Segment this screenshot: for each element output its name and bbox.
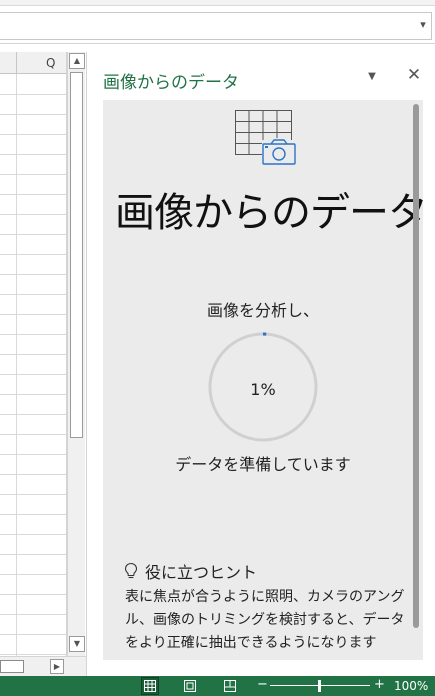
analyzing-status: 画像を分析し、	[206, 301, 319, 320]
horizontal-scrollbar[interactable]: ▶	[0, 656, 86, 676]
row-gridline	[0, 474, 66, 475]
vertical-scrollbar[interactable]: ▲ ▼	[67, 52, 85, 656]
row-gridline	[0, 354, 66, 355]
row-gridline	[0, 414, 66, 415]
chevron-down-icon[interactable]: ▼	[365, 70, 379, 84]
zoom-slider-thumb[interactable]	[318, 680, 321, 692]
row-gridline	[0, 454, 66, 455]
row-gridline	[0, 134, 66, 135]
row-gridline	[0, 514, 66, 515]
row-gridline	[0, 614, 66, 615]
lightbulb-icon	[124, 562, 138, 579]
zoom-in-button[interactable]: +	[374, 677, 385, 692]
row-gridline	[0, 94, 66, 95]
normal-view-icon[interactable]	[141, 677, 159, 695]
worksheet-grid[interactable]: Q	[0, 52, 67, 656]
column-header-q[interactable]: Q	[46, 56, 55, 70]
hint-body: 表に焦点が合うように照明、カメラのアングル、画像のトリミングを検討すると、データ…	[125, 589, 405, 651]
row-gridline	[0, 494, 66, 495]
ribbon-edge	[0, 0, 435, 6]
row-gridline	[0, 334, 66, 335]
progress-card: 画像からのデータ 画像を分析し、 1% データを準備しています 役に立つヒント …	[103, 100, 428, 660]
zoom-out-button[interactable]: −	[257, 677, 268, 692]
row-gridline	[0, 654, 66, 655]
scroll-up-icon[interactable]: ▲	[69, 53, 85, 69]
scrollbar-thumb[interactable]	[70, 72, 83, 438]
status-bar: − + 100%	[0, 676, 435, 696]
row-gridline	[0, 574, 66, 575]
scroll-right-icon[interactable]: ▶	[50, 659, 64, 674]
row-gridline	[0, 634, 66, 635]
row-gridline	[0, 594, 66, 595]
progress-percent: 1%	[250, 380, 276, 399]
row-gridline	[0, 374, 66, 375]
worksheet-rows[interactable]	[0, 74, 66, 656]
row-gridline	[0, 234, 66, 235]
excel-window: ▾ Q ▲ ▼ ▶ 画像からのデータ ▼ ✕ 画像からのデータ 画像を分析し、 …	[0, 0, 435, 696]
row-gridline	[0, 314, 66, 315]
pane-title: 画像からのデータ	[103, 73, 239, 93]
pane-scrollbar-thumb[interactable]	[413, 104, 419, 628]
row-gridline	[0, 394, 66, 395]
row-gridline	[0, 214, 66, 215]
row-gridline	[0, 154, 66, 155]
progress-ring: 1%	[207, 331, 319, 443]
zoom-level[interactable]: 100%	[394, 679, 428, 693]
page-layout-view-icon[interactable]	[182, 678, 198, 694]
pane-heading: 画像からのデータ	[115, 190, 428, 236]
formula-bar: ▾	[0, 0, 435, 44]
close-icon[interactable]: ✕	[405, 66, 423, 84]
data-from-picture-pane: 画像からのデータ ▼ ✕ 画像からのデータ 画像を分析し、 1% データを準備し…	[86, 52, 435, 676]
row-gridline	[0, 254, 66, 255]
row-gridline	[0, 554, 66, 555]
row-gridline	[0, 174, 66, 175]
expand-formula-bar-icon[interactable]: ▾	[417, 19, 429, 31]
scroll-down-icon[interactable]: ▼	[69, 636, 85, 652]
horizontal-scrollbar-thumb[interactable]	[0, 660, 24, 673]
preparing-status: データを準備しています	[175, 455, 351, 474]
table-camera-icon	[235, 110, 296, 165]
column-header: Q	[0, 52, 66, 74]
hint-heading: 役に立つヒント	[123, 559, 257, 583]
row-gridline	[0, 534, 66, 535]
row-gridline	[0, 114, 66, 115]
formula-input[interactable]	[0, 12, 432, 40]
row-gridline	[0, 294, 66, 295]
row-gridline	[0, 274, 66, 275]
page-break-preview-icon[interactable]	[222, 678, 238, 694]
hint-title: 役に立つヒント	[145, 563, 258, 582]
row-gridline	[0, 434, 66, 435]
row-gridline	[0, 194, 66, 195]
